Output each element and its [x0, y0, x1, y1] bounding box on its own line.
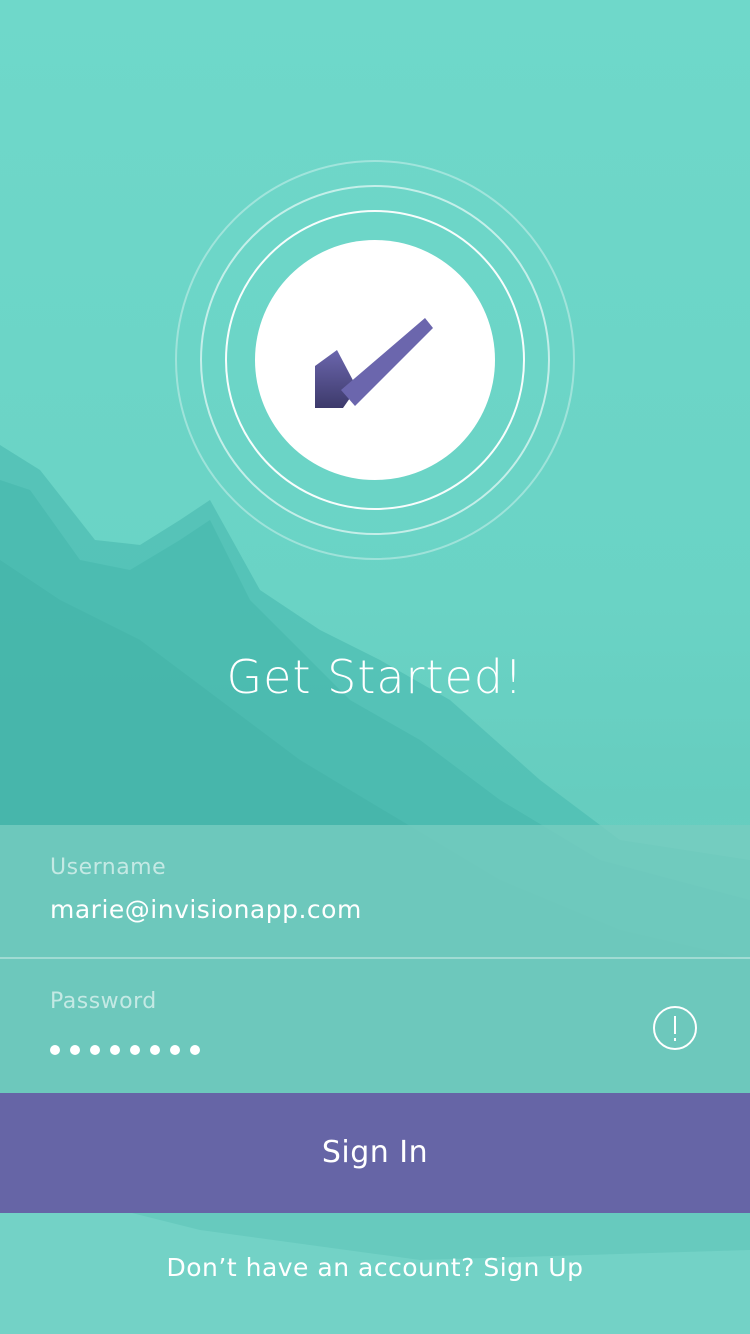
- checkmark-icon: [315, 318, 433, 408]
- login-form: Username marie@invisionapp.com Password: [0, 825, 750, 1093]
- password-dot: [90, 1045, 100, 1055]
- app-logo: [175, 160, 575, 560]
- footer: Don’t have an account? Sign Up: [0, 1213, 750, 1334]
- signup-prompt: Don’t have an account? Sign Up: [0, 1253, 750, 1282]
- username-label: Username: [50, 855, 167, 880]
- password-dot: [110, 1045, 120, 1055]
- signup-prompt-text: Don’t have an account?: [166, 1253, 484, 1282]
- alert-icon[interactable]: [653, 1006, 697, 1050]
- password-label: Password: [50, 989, 157, 1014]
- password-input[interactable]: [50, 1045, 200, 1055]
- sign-in-button[interactable]: Sign In: [0, 1093, 750, 1213]
- page-title: Get Started!: [226, 650, 524, 704]
- password-dot: [150, 1045, 160, 1055]
- password-dot: [130, 1045, 140, 1055]
- password-dot: [170, 1045, 180, 1055]
- password-dot: [190, 1045, 200, 1055]
- password-dot: [50, 1045, 60, 1055]
- username-input[interactable]: marie@invisionapp.com: [50, 895, 362, 924]
- sign-up-link[interactable]: Sign Up: [483, 1253, 583, 1282]
- password-field[interactable]: Password: [0, 959, 750, 1093]
- password-dot: [70, 1045, 80, 1055]
- username-field[interactable]: Username marie@invisionapp.com: [0, 825, 750, 959]
